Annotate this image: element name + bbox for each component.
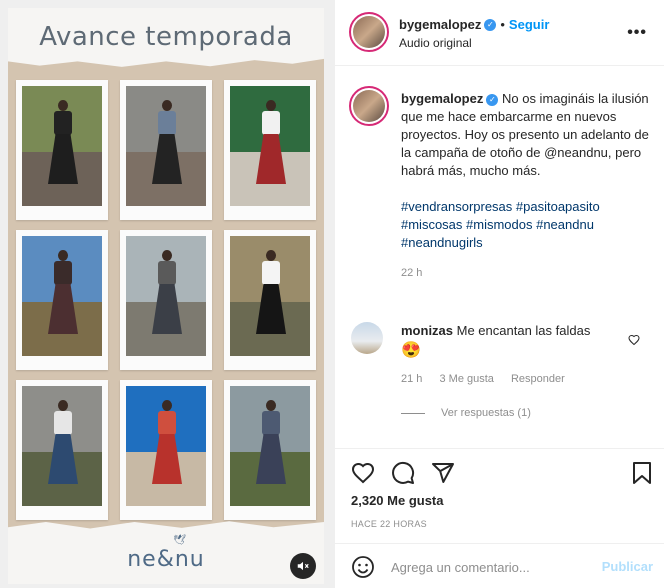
photo-card [120,80,212,220]
like-heart-icon[interactable] [351,461,375,490]
comment-meta: 21 h 3 Me gusta Responder [401,373,579,385]
photo [126,386,206,506]
save-bookmark-icon[interactable] [631,461,653,490]
hashtags-line-3[interactable]: #neandnugirls [401,234,651,252]
comment-composer: Publicar [335,543,664,588]
photo [22,386,102,506]
commenter-avatar[interactable] [351,322,383,354]
caption-avatar[interactable] [353,90,385,122]
comment-like-heart-icon[interactable] [628,333,640,351]
post-header: bygemalopez ✓ • Seguir Audio original ••• [335,0,664,66]
post-actions: 2,320 Me gusta HACE 22 HORAS Publicar [335,448,664,588]
view-replies-label[interactable]: Ver respuestas (1) [441,407,531,419]
comment-likes[interactable]: 3 Me gusta [439,373,493,385]
bird-icon: 🕊 [173,535,186,546]
comment-time[interactable]: 21 h [401,373,422,385]
audio-label[interactable]: Audio original [399,36,472,50]
verified-badge-icon: ✓ [484,18,497,31]
post-media[interactable]: Avance temporada 🕊 ne&nu [0,0,334,588]
photo-card [120,380,212,520]
photo [22,86,102,206]
comment-bubble-icon[interactable] [391,461,415,490]
header-username[interactable]: bygemalopez [399,17,481,32]
share-paper-plane-icon[interactable] [431,461,455,490]
photo-card [224,230,316,370]
more-options-icon[interactable]: ••• [627,24,647,42]
photo-card [16,80,108,220]
avatar[interactable] [353,16,385,48]
photo [126,236,206,356]
photo-card [224,380,316,520]
caption: bygemalopez ✓ No os imagináis la ilusión … [401,90,651,282]
post-sidebar: bygemalopez ✓ • Seguir Audio original ••• b… [334,0,664,588]
comment-username[interactable]: monizas [401,323,453,338]
photo-card [224,80,316,220]
view-replies[interactable]: Ver respuestas (1) [401,407,531,419]
speaker-muted-icon[interactable] [290,553,316,579]
emoji-picker-icon[interactable] [351,555,375,584]
media-image[interactable]: Avance temporada 🕊 ne&nu [8,8,324,584]
separator-dot: • [500,17,505,32]
comment: monizas Me encantan las faldas 😍 [401,322,631,360]
verified-badge-icon: ✓ [486,93,499,106]
photo [126,86,206,206]
follow-button[interactable]: Seguir [509,17,549,32]
photo [230,86,310,206]
likes-count[interactable]: 2,320 Me gusta [351,493,444,508]
photo-card [120,230,212,370]
comment-text: Me encantan las faldas [456,323,591,338]
photo-card [16,380,108,520]
hashtags-line-1[interactable]: #vendransorpresas #pasitoapasito [401,198,651,216]
caption-time[interactable]: 22 h [401,264,651,282]
caption-username[interactable]: bygemalopez [401,91,483,106]
replies-divider [401,412,425,414]
photo [230,236,310,356]
brand-logo: ne&nu [127,547,205,572]
hashtags-line-2[interactable]: #miscosas #mismodos #neandnu [401,216,651,234]
posted-time[interactable]: HACE 22 HORAS [351,519,427,529]
comment-input[interactable] [391,556,591,578]
photo-card [16,230,108,370]
poster-title: Avance temporada [39,22,293,52]
photo [22,236,102,356]
photo [230,386,310,506]
reply-button[interactable]: Responder [511,373,565,385]
publish-button[interactable]: Publicar [602,559,653,574]
heart-eyes-emoji: 😍 [401,342,421,359]
